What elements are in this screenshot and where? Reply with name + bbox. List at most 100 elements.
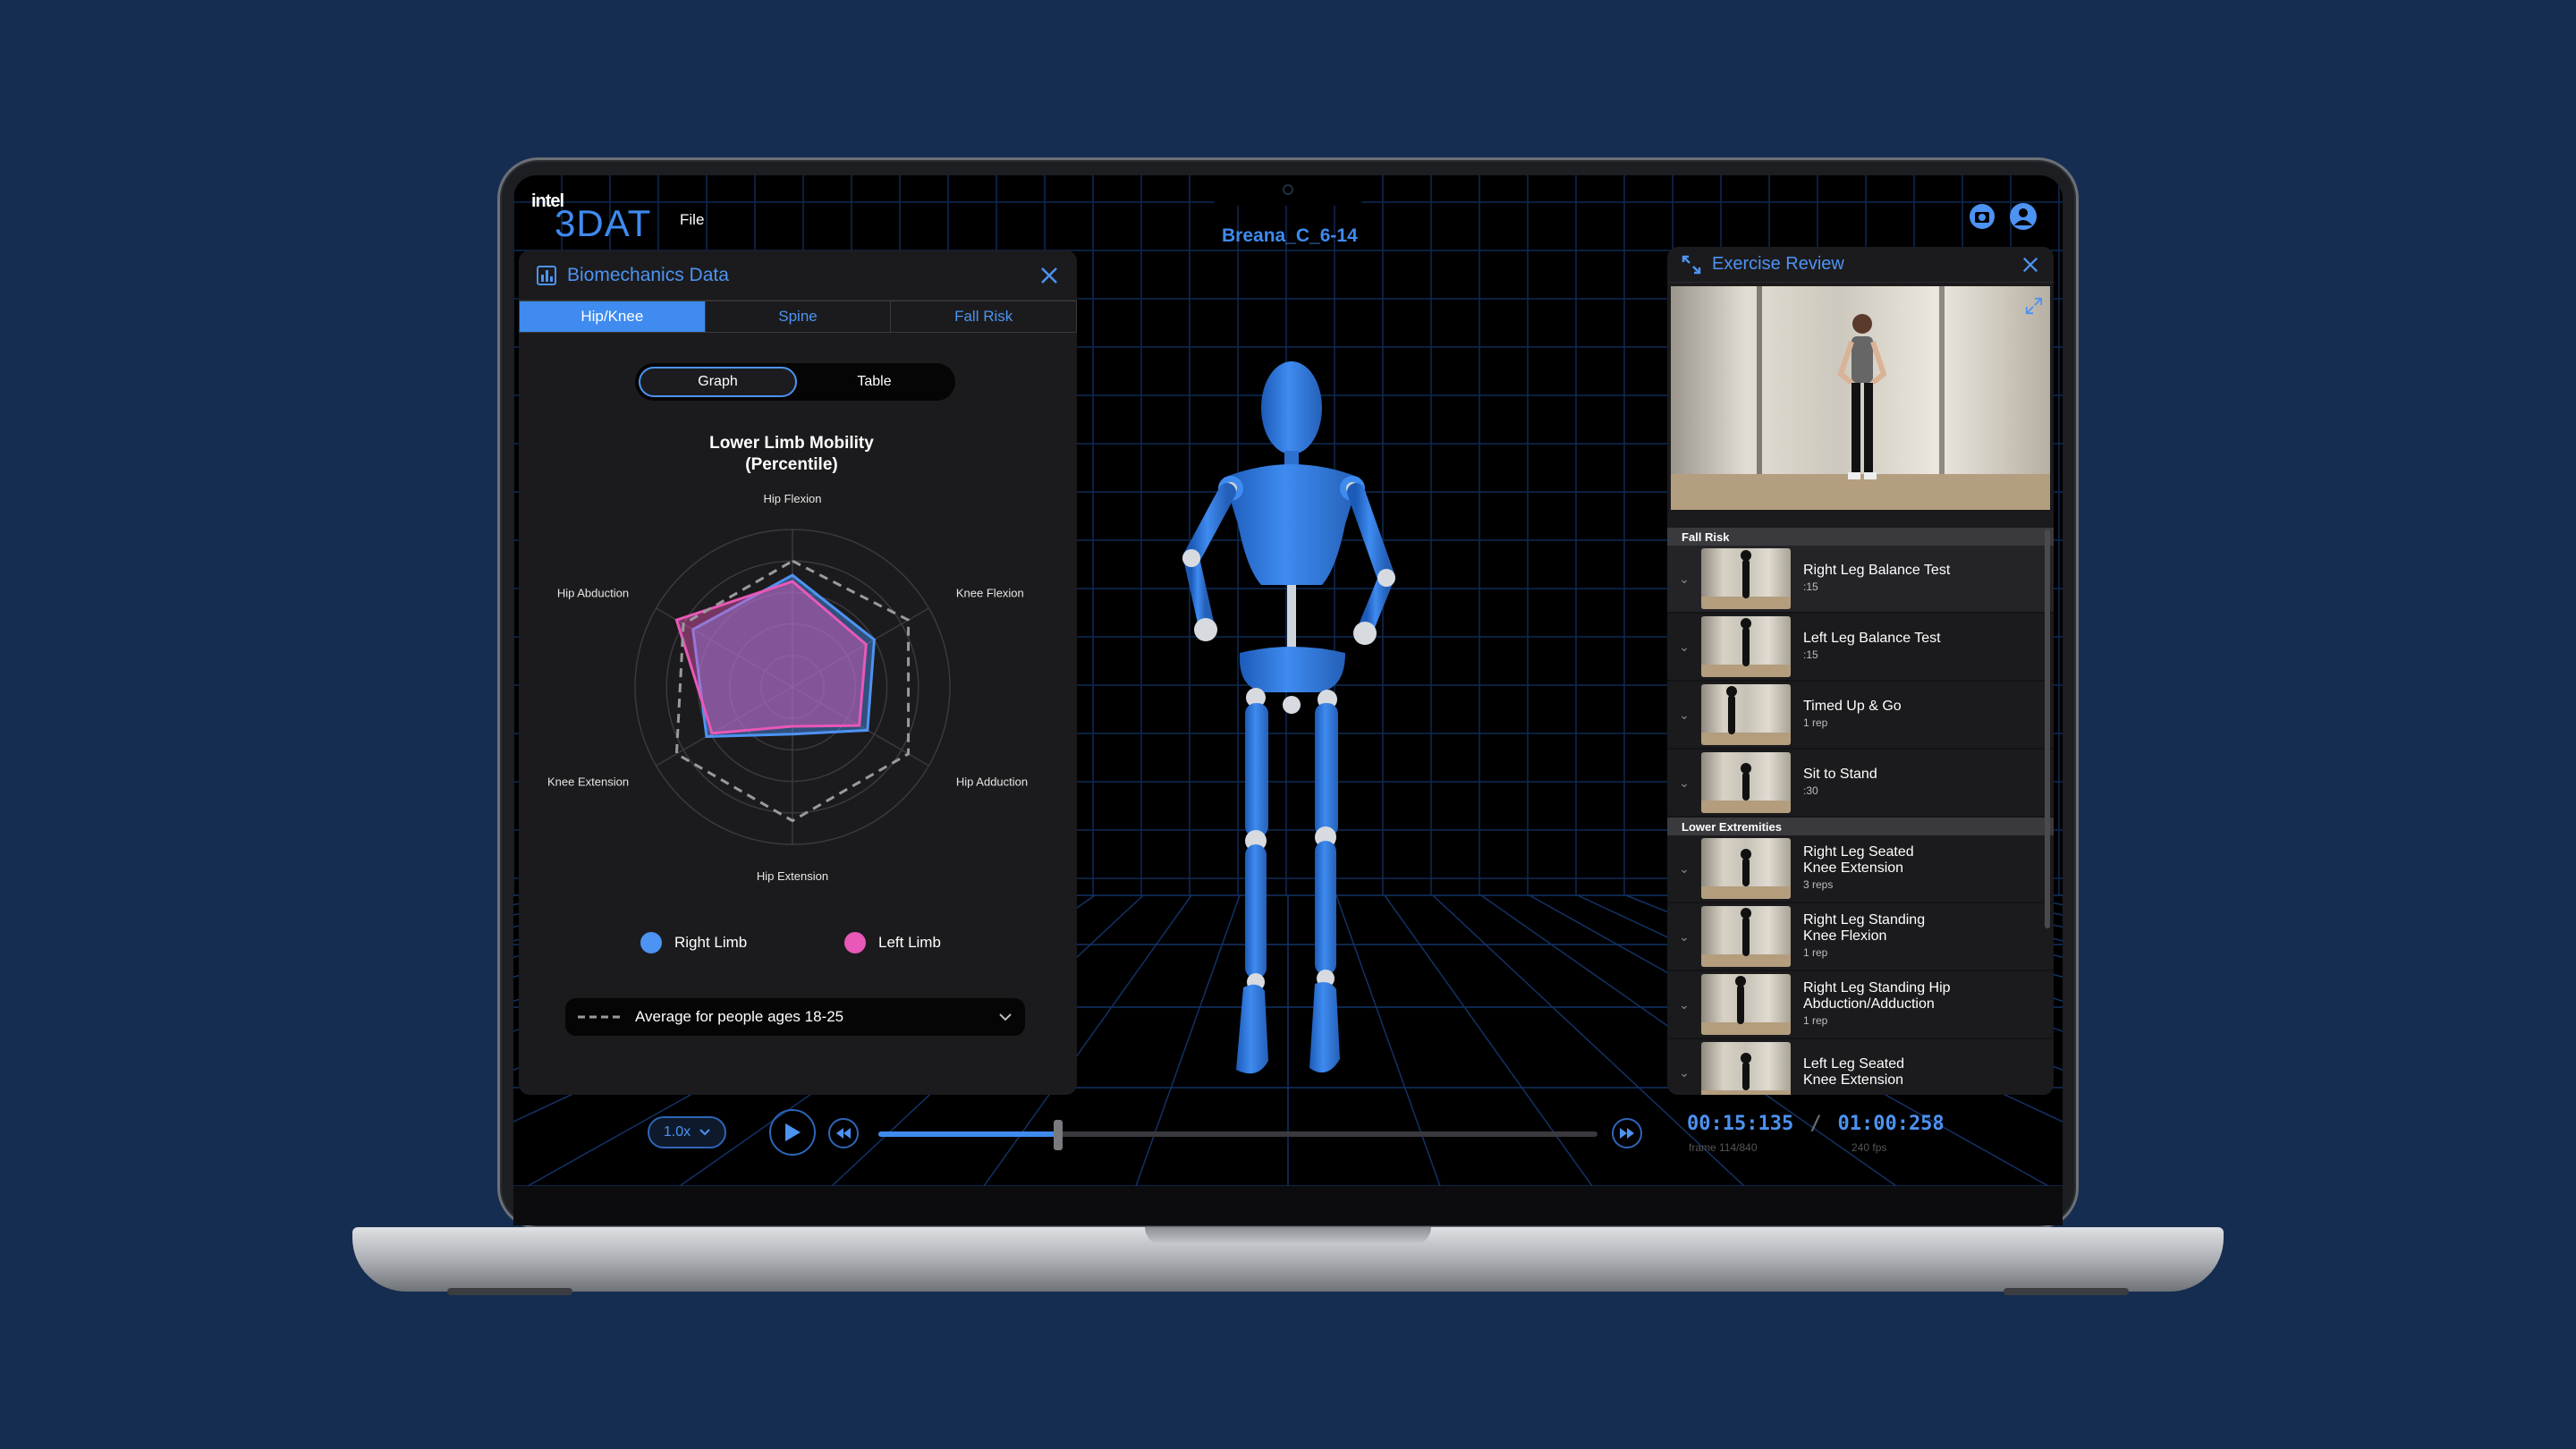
- group-header: Lower Extremities: [1667, 818, 2054, 835]
- play-icon: [785, 1123, 801, 1141]
- exercise-thumbnail: [1701, 548, 1791, 609]
- chevron-down-icon[interactable]: ⌄: [1667, 929, 1701, 945]
- exercise-thumbnail: [1701, 974, 1791, 1035]
- video-window-frame: [1939, 286, 1945, 474]
- expand-icon[interactable]: [1682, 255, 1701, 275]
- radar-axis-label: Hip Extension: [757, 869, 828, 883]
- list-item[interactable]: ⌄ Left Leg Seated Knee Extension: [1667, 1039, 2054, 1095]
- camera-icon[interactable]: [1968, 202, 1996, 231]
- user-icon[interactable]: [2009, 202, 2038, 231]
- progress-handle[interactable]: [1054, 1120, 1063, 1150]
- biomechanics-title: Biomechanics Data: [567, 264, 729, 285]
- speed-selector[interactable]: 1.0x: [648, 1116, 726, 1148]
- exercise-thumbnail: [1701, 838, 1791, 899]
- fast-forward-icon: [1620, 1128, 1634, 1139]
- list-item[interactable]: ⌄ Right Leg Standing Knee Flexion 1 rep: [1667, 903, 2054, 971]
- chevron-down-icon: [699, 1129, 710, 1136]
- current-time: 00:15:135: [1687, 1113, 1794, 1135]
- exercise-title: Right Leg Standing Hip: [1803, 980, 1951, 996]
- video-window-frame: [1757, 286, 1762, 474]
- radar-chart: Hip Flexion Knee Flexion Hip Adduction Hip …: [547, 492, 1028, 883]
- webcam: [1283, 184, 1293, 195]
- average-dropdown-label: Average for people ages 18-25: [635, 1008, 844, 1025]
- legend-right: Right Limb: [640, 932, 747, 953]
- chevron-down-icon[interactable]: ⌄: [1667, 997, 1701, 1013]
- exercise-review-header: Exercise Review: [1667, 247, 2054, 283]
- chevron-down-icon: [999, 1013, 1012, 1021]
- exercise-review-title: Exercise Review: [1712, 254, 1844, 274]
- grid-line: [1384, 894, 1593, 1186]
- legend-left-dot: [844, 932, 866, 953]
- exercise-title-line2: Knee Extension: [1803, 860, 1904, 876]
- laptop-foot: [2004, 1288, 2129, 1295]
- exercise-duration: 1 rep: [1803, 1014, 1828, 1027]
- exercise-list-scrollbar[interactable]: [2045, 530, 2050, 928]
- radar-axis-label: Hip Flexion: [763, 492, 821, 505]
- exercise-duration: 1 rep: [1803, 716, 1828, 729]
- table-toggle[interactable]: Table: [797, 367, 952, 397]
- radar-axis-label: Hip Abduction: [557, 586, 629, 599]
- play-button[interactable]: [769, 1109, 816, 1156]
- exercise-thumbnail: [1701, 684, 1791, 745]
- exercise-duration: :30: [1803, 784, 1818, 797]
- exercise-list: Fall Risk ⌄ Right Leg Balance Test:15 ⌄ …: [1667, 528, 2054, 1095]
- session-title: Breana_C_6-14: [1222, 225, 1358, 246]
- average-dropdown[interactable]: Average for people ages 18-25: [565, 998, 1025, 1036]
- exercise-duration: 1 rep: [1803, 946, 1828, 959]
- exercise-duration: :15: [1803, 648, 1818, 661]
- graph-toggle[interactable]: Graph: [639, 367, 797, 397]
- fps-info: 240 fps: [1852, 1141, 1887, 1154]
- chevron-down-icon[interactable]: ⌄: [1667, 572, 1701, 587]
- list-item[interactable]: ⌄ Sit to Stand :30: [1667, 750, 2054, 818]
- progress-track[interactable]: [878, 1131, 1597, 1137]
- exercise-title: Right Leg Balance Test: [1803, 563, 1951, 578]
- legend-left-label: Left Limb: [878, 934, 941, 951]
- exercise-title-line2: Abduction/Adduction: [1803, 996, 1935, 1012]
- list-item[interactable]: ⌄ Right Leg Seated Knee Extension 3 reps: [1667, 835, 2054, 903]
- exercise-duration: :15: [1803, 580, 1818, 593]
- radar-axis-label: Knee Flexion: [956, 586, 1024, 599]
- exercise-thumbnail: [1701, 906, 1791, 967]
- chevron-down-icon[interactable]: ⌄: [1667, 1065, 1701, 1080]
- fullscreen-icon[interactable]: [2025, 297, 2043, 315]
- radar-axis-label: Knee Extension: [547, 775, 629, 789]
- app-screen: intel 3DAT File Breana_C_6-14 Biomechani…: [513, 175, 2063, 1186]
- chevron-down-icon[interactable]: ⌄: [1667, 640, 1701, 655]
- tab-spine[interactable]: Spine: [706, 301, 892, 332]
- tab-hip-knee[interactable]: Hip/Knee: [520, 301, 706, 332]
- rewind-button[interactable]: [828, 1118, 859, 1148]
- file-menu[interactable]: File: [680, 211, 704, 229]
- exercise-video[interactable]: [1671, 286, 2050, 510]
- frame-info: frame 114/840: [1689, 1141, 1758, 1154]
- list-item[interactable]: ⌄ Right Leg Balance Test :15: [1667, 546, 2054, 614]
- 3d-skeleton-avatar[interactable]: [1175, 354, 1408, 1186]
- list-item[interactable]: ⌄ Right Leg Standing Hip Abduction/Adduct…: [1667, 971, 2054, 1039]
- chevron-down-icon[interactable]: ⌄: [1667, 861, 1701, 877]
- chevron-down-icon[interactable]: ⌄: [1667, 708, 1701, 723]
- legend-right-label: Right Limb: [674, 934, 748, 951]
- fast-forward-button[interactable]: [1612, 1118, 1642, 1148]
- biomechanics-tabs: Hip/Knee Spine Fall Risk: [519, 301, 1077, 333]
- rewind-icon: [836, 1128, 851, 1139]
- exercise-thumbnail: [1701, 752, 1791, 813]
- close-icon[interactable]: [2021, 256, 2039, 274]
- video-person: [1837, 314, 1887, 479]
- exercise-review-panel: Exercise Review Fall Risk ⌄ Right Leg Ba…: [1667, 247, 2054, 1095]
- close-icon[interactable]: [1039, 266, 1059, 285]
- exercise-title: Timed Up & Go: [1803, 699, 1902, 714]
- chevron-down-icon[interactable]: ⌄: [1667, 775, 1701, 791]
- laptop-chin: [513, 1186, 2063, 1225]
- list-item[interactable]: ⌄ Timed Up & Go 1 rep: [1667, 682, 2054, 750]
- exercise-title: Sit to Stand: [1803, 767, 1877, 782]
- radar-axis-label: Hip Adduction: [956, 775, 1028, 789]
- view-toggle: Graph Table: [635, 363, 955, 401]
- exercise-duration: 3 reps: [1803, 878, 1834, 891]
- exercise-title: Left Leg Seated: [1803, 1056, 1904, 1072]
- list-item[interactable]: ⌄ Left Leg Balance Test :15: [1667, 614, 2054, 682]
- exercise-title: Left Leg Balance Test: [1803, 631, 1941, 646]
- progress-fill: [878, 1131, 1058, 1137]
- tab-fall-risk[interactable]: Fall Risk: [891, 301, 1076, 332]
- speed-value: 1.0x: [663, 1124, 691, 1140]
- time-separator: /: [1809, 1113, 1822, 1135]
- laptop-foot: [447, 1288, 572, 1295]
